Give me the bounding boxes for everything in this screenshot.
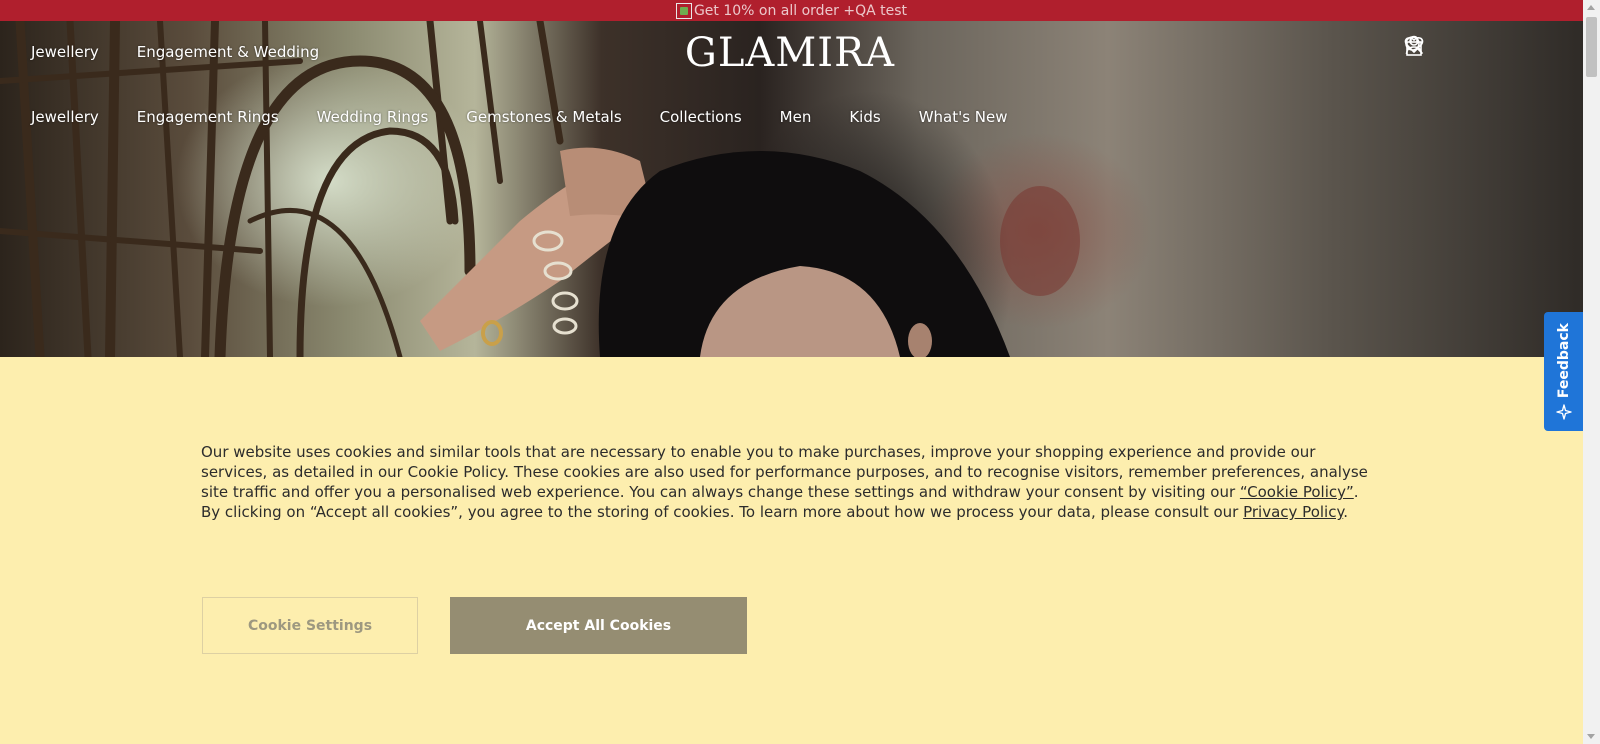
main-nav-gemstones-metals[interactable]: Gemstones & Metals xyxy=(466,108,621,126)
cookie-settings-button[interactable]: Cookie Settings xyxy=(202,597,418,654)
main-nav: Jewellery Engagement Rings Wedding Rings… xyxy=(31,108,1008,126)
main-nav-wedding-rings[interactable]: Wedding Rings xyxy=(317,108,429,126)
sparkle-icon xyxy=(1555,404,1572,420)
site-logo[interactable]: GLAMIRA xyxy=(680,30,900,76)
top-nav: Jewellery Engagement & Wedding xyxy=(31,43,319,61)
account-icon[interactable] xyxy=(1405,35,1470,61)
cookie-message: Our website uses cookies and similar too… xyxy=(201,443,1368,521)
feedback-label: Feedback xyxy=(1555,322,1572,399)
promo-text[interactable]: Get 10% on all order +QA test xyxy=(694,3,907,19)
header-icons xyxy=(1404,35,1550,61)
scroll-thumb[interactable] xyxy=(1586,17,1597,77)
broken-image-icon xyxy=(675,2,692,19)
main-nav-whats-new[interactable]: What's New xyxy=(919,108,1008,126)
main-nav-jewellery[interactable]: Jewellery xyxy=(31,108,99,126)
promo-bar[interactable]: Get 10% on all order +QA test xyxy=(0,0,1583,21)
feedback-tab[interactable]: Feedback xyxy=(1544,312,1583,431)
main-nav-men[interactable]: Men xyxy=(780,108,812,126)
main-nav-kids[interactable]: Kids xyxy=(849,108,880,126)
cookie-banner: Our website uses cookies and similar too… xyxy=(0,357,1583,744)
main-nav-collections[interactable]: Collections xyxy=(660,108,742,126)
privacy-policy-link[interactable]: Privacy Policy xyxy=(1243,503,1343,521)
wishlist-icon[interactable] xyxy=(1404,35,1510,61)
accept-all-cookies-button[interactable]: Accept All Cookies xyxy=(450,597,747,654)
hero-banner: Jewellery Engagement & Wedding GLAMIRA J… xyxy=(0,21,1583,357)
cookie-policy-link[interactable]: “Cookie Policy” xyxy=(1240,483,1354,501)
top-nav-jewellery[interactable]: Jewellery xyxy=(31,43,99,61)
main-nav-engagement-rings[interactable]: Engagement Rings xyxy=(137,108,279,126)
scroll-up-arrow-icon[interactable] xyxy=(1587,5,1595,10)
page-scrollbar[interactable] xyxy=(1583,0,1600,744)
cart-icon[interactable] xyxy=(1406,35,1550,61)
top-nav-engagement-wedding[interactable]: Engagement & Wedding xyxy=(137,43,319,61)
scroll-down-arrow-icon[interactable] xyxy=(1587,734,1595,739)
